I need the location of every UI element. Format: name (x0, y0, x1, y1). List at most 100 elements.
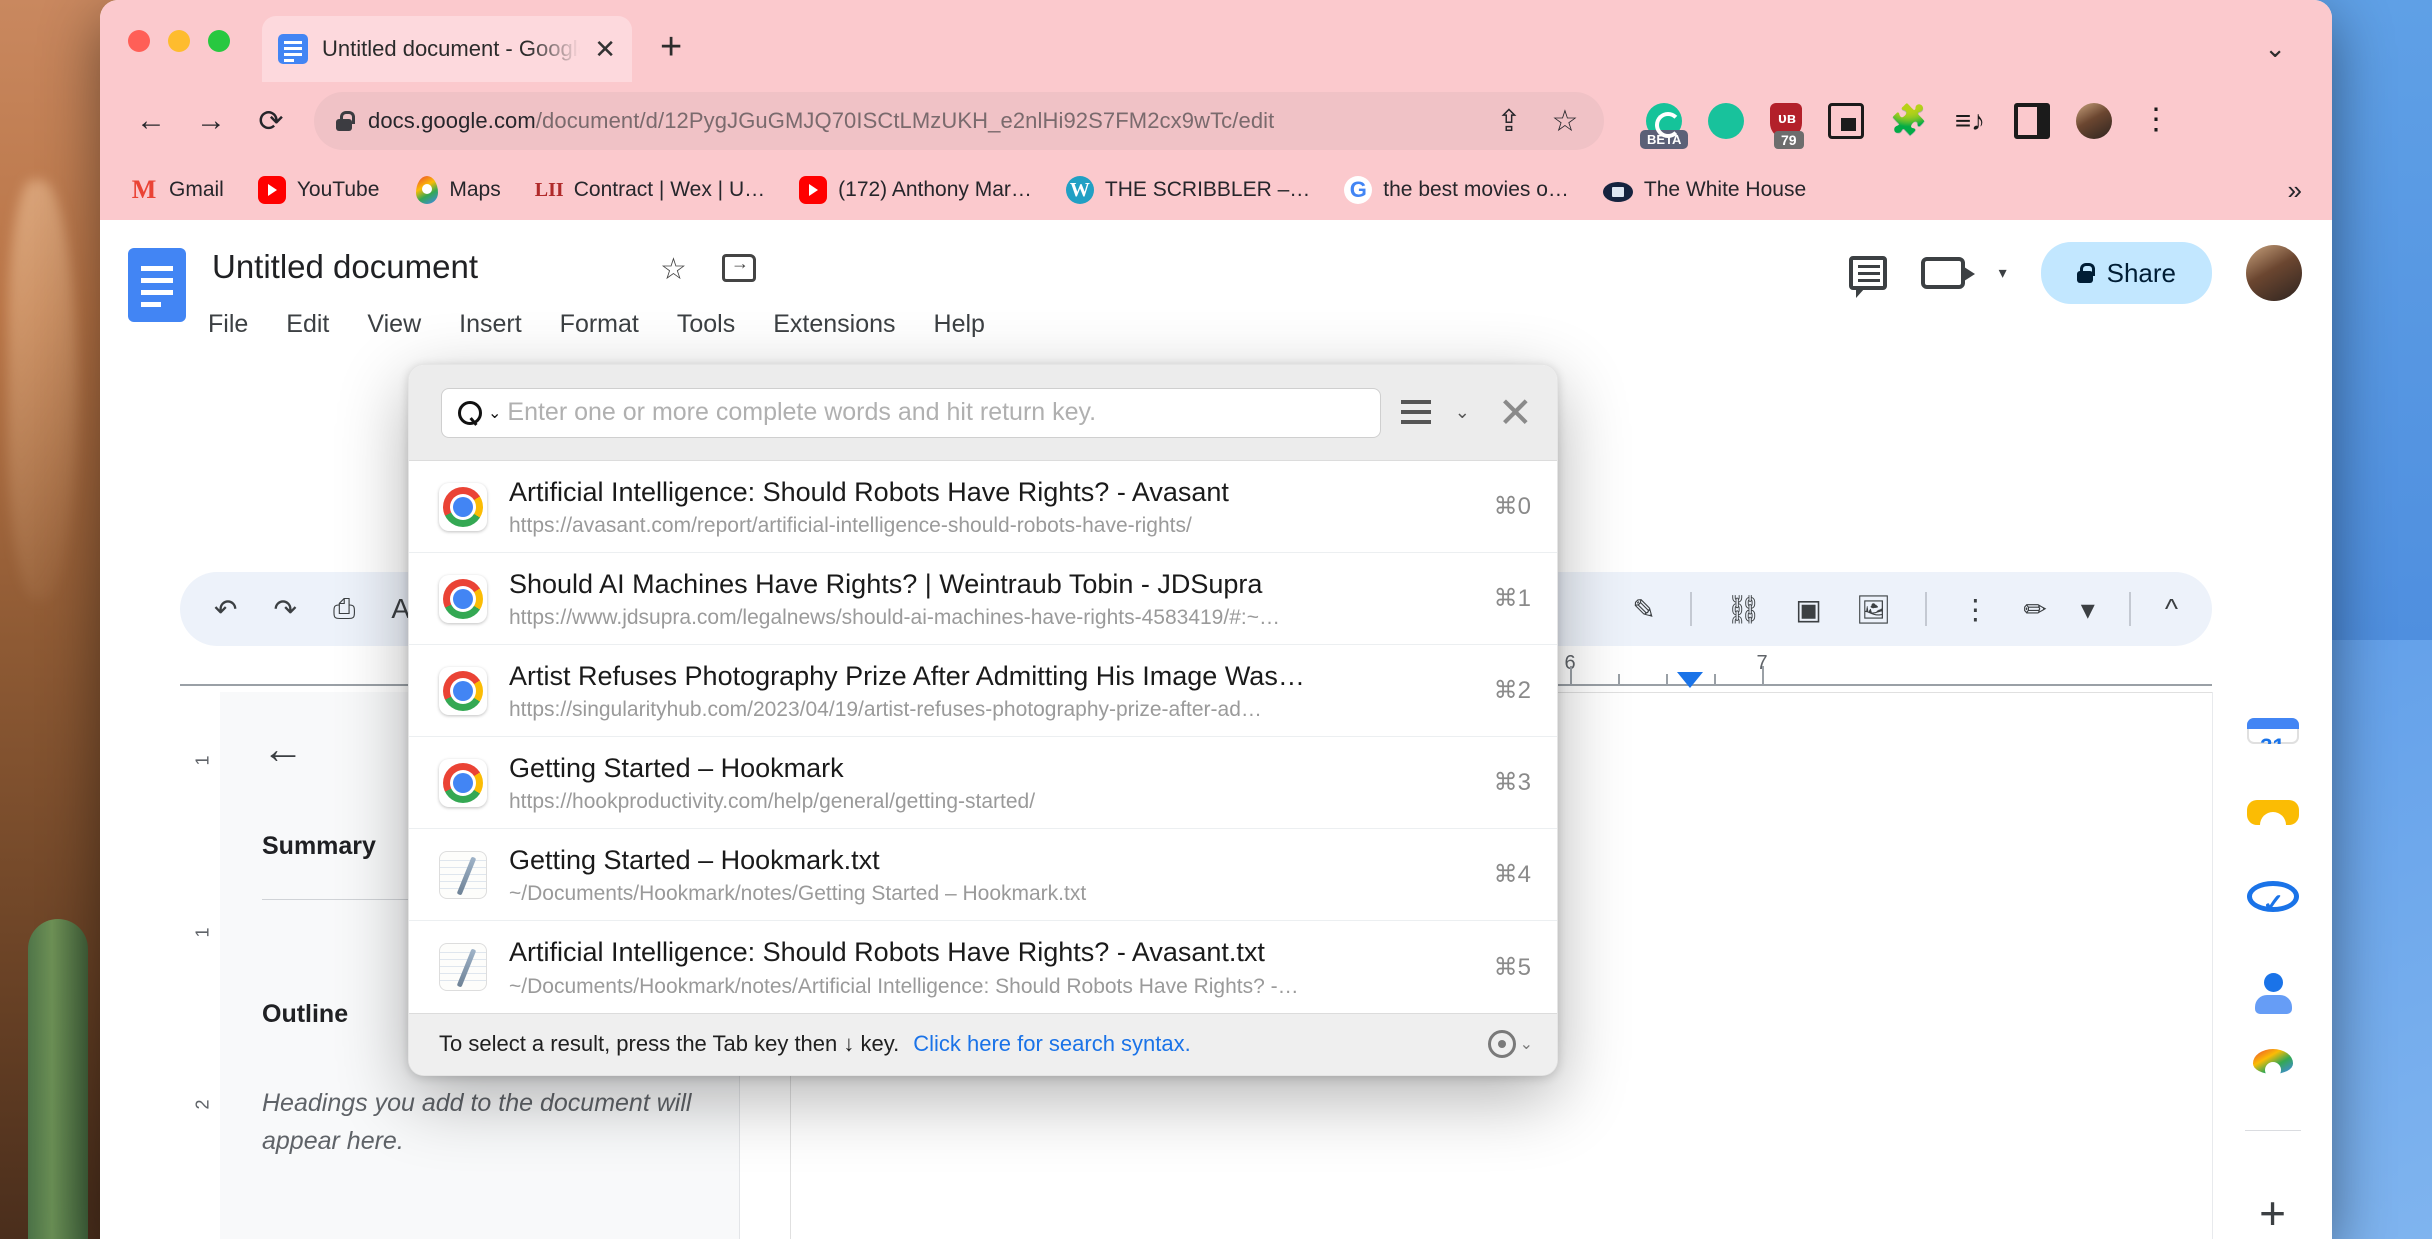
sync-icon[interactable] (1708, 103, 1744, 139)
list-item[interactable]: Artificial Intelligence: Should Robots H… (409, 461, 1557, 554)
tab-search-chevron-down-icon[interactable]: ⌄ (2264, 33, 2286, 64)
menu-extensions[interactable]: Extensions (773, 310, 895, 339)
result-title: Should AI Machines Have Rights? | Weintr… (509, 569, 1263, 600)
list-item[interactable]: Getting Started – Hookmark.txt ~/Documen… (409, 829, 1557, 922)
menu-tools[interactable]: Tools (677, 310, 735, 339)
grammarly-icon[interactable]: BETA (1640, 103, 1689, 149)
bookmark-gmail[interactable]: M Gmail (130, 176, 224, 204)
print-icon[interactable]: ⎙ (333, 593, 355, 626)
close-tab-icon[interactable]: ✕ (594, 36, 616, 62)
bookmarks-overflow-icon[interactable]: » (2288, 175, 2302, 206)
side-panel-icon[interactable] (2014, 103, 2050, 139)
share-button[interactable]: Share (2040, 242, 2212, 304)
bookmark-star-icon[interactable]: ☆ (1548, 104, 1582, 139)
result-subtitle: https://avasant.com/report/artificial-in… (509, 514, 1192, 538)
result-shortcut: ⌘1 (1493, 585, 1531, 613)
close-icon[interactable]: ✕ (1498, 391, 1533, 434)
bookmark-contract-wex[interactable]: LII Contract | Wex | U… (535, 176, 765, 204)
menu-help[interactable]: Help (934, 310, 985, 339)
google-calendar-icon[interactable] (2246, 718, 2299, 744)
adblock-shield-icon[interactable]: ᴜʙ 79 (1770, 103, 1804, 149)
search-scope-chevron-down-icon[interactable]: ⌄ (488, 403, 501, 423)
add-on-plus-icon[interactable]: + (2247, 1187, 2299, 1239)
star-icon[interactable]: ☆ (660, 252, 687, 287)
forward-button[interactable]: → (194, 104, 228, 138)
google-meet-icon[interactable] (1920, 257, 1975, 289)
redo-icon[interactable]: ↷ (273, 593, 296, 626)
profile-avatar-icon[interactable] (2076, 103, 2112, 139)
editing-mode-chevron-down-icon[interactable]: ▾ (2081, 593, 2095, 626)
tab-title: Untitled document - Google Doc (322, 36, 580, 61)
playlist-music-icon[interactable]: ≡♪ (1952, 103, 1988, 139)
menu-edit[interactable]: Edit (286, 310, 329, 339)
menu-insert[interactable]: Insert (459, 310, 522, 339)
result-subtitle: ~/Documents/Hookmark/notes/Artificial In… (509, 974, 1299, 998)
menu-file[interactable]: File (208, 310, 248, 339)
puzzle-extensions-icon[interactable]: 🧩 (1890, 103, 1927, 139)
reload-button[interactable]: ⟳ (254, 104, 288, 139)
list-item[interactable]: Should AI Machines Have Rights? | Weintr… (409, 553, 1557, 646)
back-button[interactable]: ← (134, 104, 168, 138)
bookmark-scribbler[interactable]: W THE SCRIBBLER –… (1065, 176, 1311, 204)
list-options-icon[interactable] (1400, 396, 1441, 430)
lock-icon (336, 111, 355, 131)
insert-link-icon[interactable]: ⛓ (1726, 593, 1762, 626)
hide-menus-chevron-up-icon[interactable]: ^ (2165, 593, 2178, 625)
minimize-window-button[interactable] (168, 30, 190, 52)
google-keep-icon[interactable] (2246, 799, 2299, 832)
list-options-chevron-down-icon[interactable]: ⌄ (1455, 402, 1470, 423)
menu-format[interactable]: Format (560, 310, 639, 339)
list-item[interactable]: Artificial Intelligence: Should Robots H… (409, 921, 1557, 1012)
more-options-icon[interactable]: ⋮ (1961, 593, 1989, 626)
bookmark-white-house[interactable]: The White House (1602, 178, 1806, 202)
bookmark-youtube[interactable]: YouTube (257, 176, 379, 204)
search-icon (456, 400, 482, 426)
editing-mode-pencil-icon[interactable]: ✏ (2023, 593, 2046, 626)
address-bar[interactable]: docs.google.com/document/d/12PygJGuGMJQ7… (314, 92, 1604, 150)
docs-header: Untitled document ☆ File Edit View Inser… (100, 220, 2332, 350)
share-page-icon[interactable]: ⇪ (1492, 104, 1526, 139)
bookmark-label: THE SCRIBBLER –… (1104, 178, 1311, 201)
result-shortcut: ⌘0 (1493, 493, 1531, 521)
meet-chevron-down-icon[interactable]: ▾ (1999, 263, 2007, 283)
google-tasks-icon[interactable] (2246, 881, 2299, 919)
list-item[interactable]: Getting Started – Hookmark https://hookp… (409, 737, 1557, 830)
search-input[interactable]: ⌄ Enter one or more complete words and h… (441, 387, 1381, 438)
new-tab-button[interactable]: + (660, 28, 682, 66)
result-subtitle: ~/Documents/Hookmark/notes/Getting Start… (509, 882, 1087, 906)
bookmark-anthony-video[interactable]: (172) Anthony Mar… (799, 176, 1032, 204)
bookmark-maps[interactable]: Maps (413, 176, 501, 204)
search-syntax-link[interactable]: Click here for search syntax. (913, 1031, 1191, 1057)
insert-image-icon[interactable]: 🖼 (1856, 593, 1892, 626)
browser-tab[interactable]: Untitled document - Google Doc ✕ (262, 16, 632, 82)
google-maps-icon[interactable] (2252, 1049, 2293, 1078)
wordpress-icon: W (1065, 176, 1094, 204)
chrome-menu-icon[interactable]: ⋮ (2138, 103, 2174, 139)
move-to-folder-icon[interactable] (722, 253, 756, 282)
footer-hint: To select a result, press the Tab key th… (439, 1031, 900, 1057)
result-title: Getting Started – Hookmark (509, 753, 844, 784)
undo-icon[interactable]: ↶ (214, 593, 237, 626)
comment-history-icon[interactable] (1848, 256, 1887, 298)
right-indent-marker[interactable] (1677, 672, 1703, 688)
result-title: Artist Refuses Photography Prize After A… (509, 661, 1305, 692)
hookmark-search-footer: To select a result, press the Tab key th… (409, 1012, 1557, 1075)
picture-in-picture-icon[interactable] (1828, 103, 1864, 139)
list-item[interactable]: Artist Refuses Photography Prize After A… (409, 645, 1557, 738)
add-comment-icon[interactable]: ▣ (1795, 593, 1821, 626)
result-subtitle: https://hookproductivity.com/help/genera… (509, 790, 1036, 814)
close-window-button[interactable] (128, 30, 150, 52)
account-avatar[interactable] (2246, 245, 2302, 301)
maximize-window-button[interactable] (208, 30, 230, 52)
document-title[interactable]: Untitled document (212, 248, 478, 286)
docs-header-actions: ▾ Share (1848, 242, 2302, 304)
menu-view[interactable]: View (367, 310, 421, 339)
highlight-pen-icon[interactable]: ✎ (1632, 593, 1655, 626)
google-contacts-icon[interactable] (2247, 968, 2299, 1014)
bookmark-best-movies[interactable]: G the best movies o… (1344, 176, 1569, 204)
rail-divider (2244, 1129, 2301, 1131)
bookmark-label: Gmail (169, 178, 224, 201)
settings-button[interactable]: ⌄ (1487, 1030, 1533, 1059)
extension-icons: BETA ᴜʙ 79 🧩 ≡♪ ⋮ (1630, 103, 2174, 149)
bookmark-label: Maps (449, 178, 501, 201)
